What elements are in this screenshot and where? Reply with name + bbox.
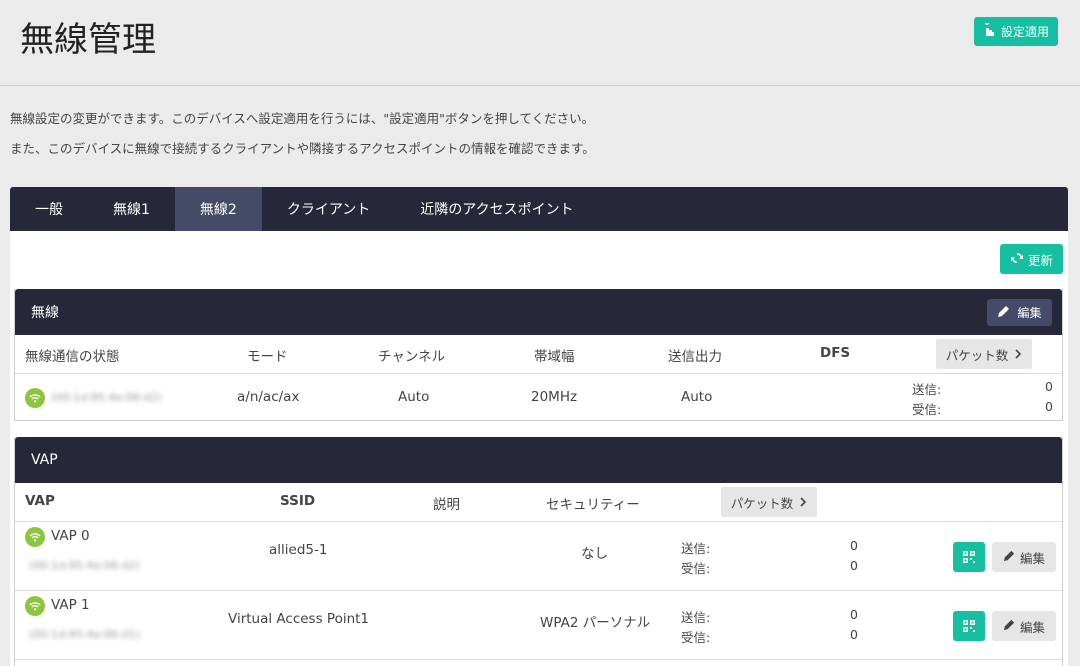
refresh-icon (1010, 251, 1024, 268)
wireless-panel: 一般 無線1 無線2 クライアント 近隣のアクセスポイント 更新 無線 編集 無… (10, 187, 1068, 666)
header-status: 無線通信の状態 (25, 349, 120, 365)
wifi-status-icon (25, 388, 45, 408)
vap-edit-button[interactable]: 編集 (992, 611, 1056, 641)
wifi-status-icon (25, 527, 45, 547)
header-bandwidth: 帯域幅 (534, 349, 575, 365)
radio-rx-label: 受信: (912, 402, 942, 417)
header-vap: VAP (25, 493, 55, 509)
vap-card: VAP VAP SSID 説明 セキュリティー パケット数 VAP 0 (00:… (14, 437, 1063, 666)
header-ssid: SSID (280, 493, 316, 509)
qr-code-button[interactable] (953, 542, 985, 572)
pencil-icon (997, 304, 1011, 321)
qr-code-icon (963, 548, 975, 567)
vap-tx-label: 送信: (681, 610, 711, 625)
pencil-icon (1003, 549, 1016, 565)
header-security: セキュリティー (546, 497, 640, 513)
radio-data-row: (00:1d:95:4e:06:d2) a/n/ac/ax Auto 20MHz… (15, 374, 1062, 421)
vap-rx-value: 0 (850, 558, 858, 573)
vap-mac-address: (00:1d:95:4e:06:d2) (29, 559, 140, 572)
vap-security: WPA2 パーソナル (540, 615, 651, 631)
radio-rx-value: 0 (1045, 399, 1053, 414)
apply-icon (983, 21, 997, 40)
vap-rx-label: 受信: (681, 630, 711, 645)
description-line-1: 無線設定の変更ができます。このデバイスへ設定適用を行うには、"設定適用"ボタンを… (10, 111, 595, 126)
vap-security: なし (581, 546, 608, 562)
page-header: 無線管理 設定適用 (0, 0, 1080, 86)
chevron-right-icon (799, 495, 807, 510)
vap-card-header: VAP (15, 437, 1062, 483)
radio-channel: Auto (398, 389, 430, 405)
vap-tx-value: 0 (850, 538, 858, 553)
vap-ssid: allied5-1 (269, 542, 328, 558)
vap-header-row: VAP SSID 説明 セキュリティー パケット数 (15, 483, 1062, 522)
header-mode: モード (247, 349, 288, 365)
radio-bandwidth: 20MHz (531, 389, 578, 405)
vap-row: VAP 1 (00:1d:95:4e:06:d1) Virtual Access… (15, 591, 1062, 660)
vap-ssid: Virtual Access Point1 (228, 611, 370, 627)
tab-radio2[interactable]: 無線2 (174, 187, 262, 231)
vap-name: VAP 1 (51, 597, 90, 613)
tab-bar: 一般 無線1 無線2 クライアント 近隣のアクセスポイント (10, 187, 1068, 231)
vap-rx-value: 0 (850, 627, 858, 642)
vap-mac-address: (00:1d:95:4e:06:d1) (29, 628, 140, 641)
radio-power: Auto (681, 389, 713, 405)
vap-tx-label: 送信: (681, 541, 711, 556)
radio-tx-label: 送信: (912, 382, 942, 397)
vap-packets-label: パケット数 (730, 495, 794, 511)
header-channel: チャンネル (378, 349, 446, 365)
apply-settings-button[interactable]: 設定適用 (974, 17, 1058, 46)
vap-packets-button[interactable]: パケット数 (721, 487, 817, 517)
apply-settings-label: 設定適用 (1000, 25, 1049, 39)
radio-packets-button[interactable]: パケット数 (936, 339, 1032, 369)
radio-edit-label: 編集 (1017, 306, 1042, 320)
header-power: 送信出力 (668, 349, 722, 365)
radio-header-row: 無線通信の状態 モード チャンネル 帯域幅 送信出力 DFS パケット数 (15, 335, 1062, 374)
page-title: 無線管理 (20, 20, 156, 60)
qr-code-icon (963, 617, 975, 636)
radio-tx-value: 0 (1045, 379, 1053, 394)
vap-name: VAP 0 (51, 528, 90, 544)
radio-card-header: 無線 編集 (15, 289, 1062, 335)
vap-rx-label: 受信: (681, 561, 711, 576)
chevron-right-icon (1014, 347, 1022, 362)
wifi-status-icon (25, 596, 45, 616)
radio-packets-label: パケット数 (945, 347, 1009, 363)
qr-code-button[interactable] (953, 611, 985, 641)
vap-edit-button[interactable]: 編集 (992, 542, 1056, 572)
tab-clients[interactable]: クライアント (262, 187, 395, 231)
tab-neighbor-aps[interactable]: 近隣のアクセスポイント (395, 187, 598, 231)
tab-radio1[interactable]: 無線1 (88, 187, 175, 231)
radio-edit-button[interactable]: 編集 (987, 299, 1052, 326)
vap-row: VAP 0 (00:1d:95:4e:06:d2) allied5-1 なし 送… (15, 522, 1062, 591)
header-dfs: DFS (820, 345, 851, 361)
tab-general[interactable]: 一般 (10, 187, 88, 231)
vap-edit-label: 編集 (1019, 619, 1045, 635)
header-description: 説明 (433, 497, 460, 513)
refresh-label: 更新 (1027, 252, 1053, 268)
vap-tx-value: 0 (850, 607, 858, 622)
pencil-icon (1003, 618, 1016, 634)
radio-mac-address: (00:1d:95:4e:06:d2) (51, 391, 162, 404)
radio-mode: a/n/ac/ax (237, 389, 300, 405)
description-line-2: また、このデバイスに無線で接続するクライアントや隣接するアクセスポイントの情報を… (10, 141, 595, 156)
vap-edit-label: 編集 (1019, 550, 1045, 566)
radio-card-title: 無線 (31, 305, 59, 321)
radio-card: 無線 編集 無線通信の状態 モード チャンネル 帯域幅 送信出力 DFS パケッ… (14, 289, 1063, 421)
vap-card-title: VAP (31, 452, 58, 468)
refresh-button[interactable]: 更新 (1000, 244, 1063, 274)
